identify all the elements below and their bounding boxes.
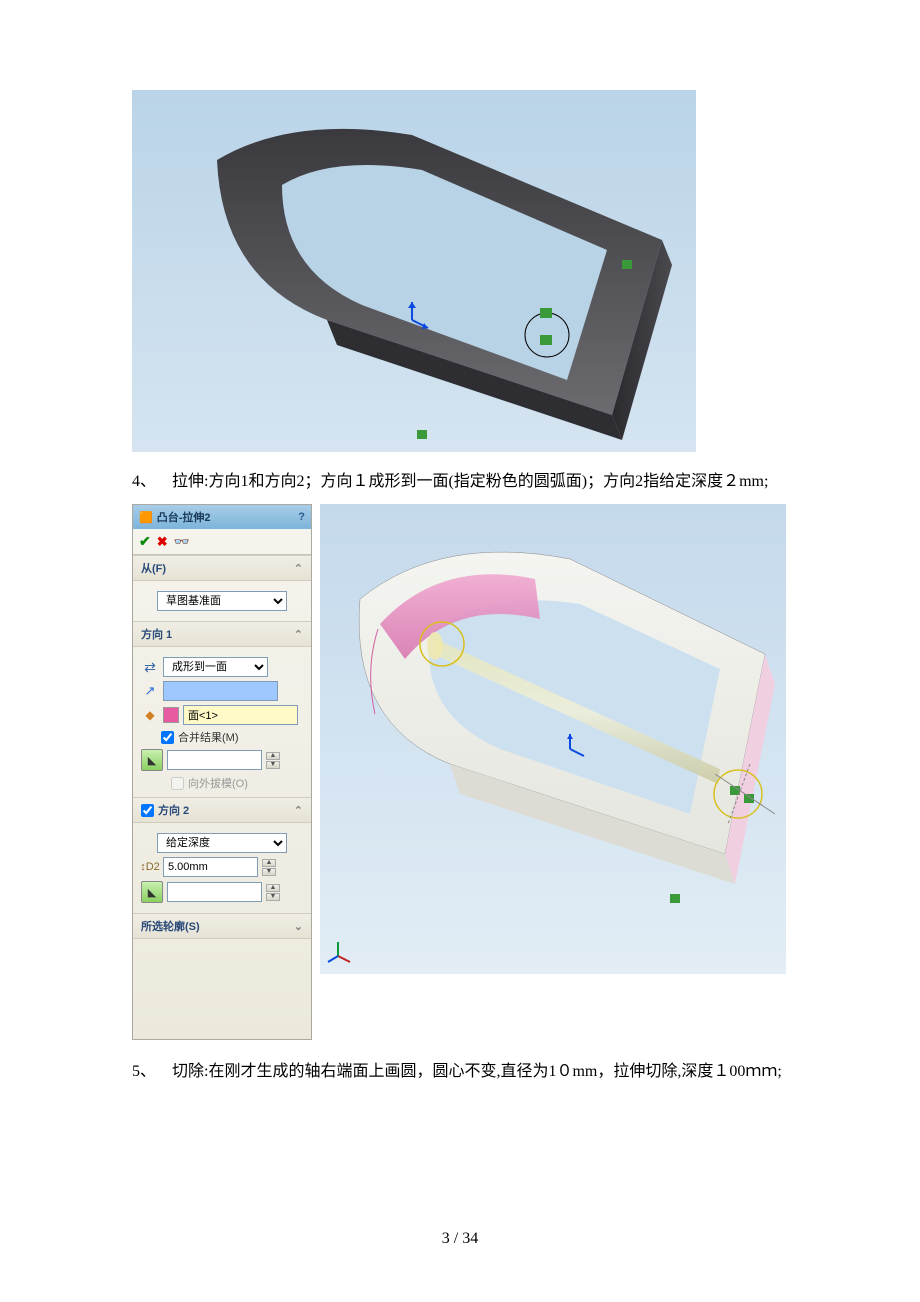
spinner-icon[interactable]: ▲▼: [266, 884, 280, 901]
from-select[interactable]: 草图基准面: [157, 591, 287, 611]
reverse-direction-icon[interactable]: ⇄: [141, 658, 159, 676]
preview-icon[interactable]: 👓: [174, 534, 190, 550]
section-contour-header[interactable]: 所选轮廓(S) ⌄: [133, 913, 311, 939]
dir2-endcondition-select[interactable]: 给定深度: [157, 833, 287, 853]
figure-extrude-frame: [132, 90, 696, 452]
depth-field[interactable]: [163, 857, 258, 877]
direction-arrow-icon[interactable]: ↗: [141, 682, 159, 700]
spinner-icon[interactable]: ▲▼: [262, 859, 276, 876]
section-from-header[interactable]: 从(F) ⌃: [133, 555, 311, 581]
propertymanager-panel: 🟧 凸台-拉伸2 ? ✔ ✖ 👓 从(F) ⌃ 草图基准面: [132, 504, 312, 1040]
draft-outward-checkbox: [171, 777, 184, 790]
help-icon[interactable]: ?: [298, 511, 305, 523]
panel-title-bar: 🟧 凸台-拉伸2 ?: [133, 505, 311, 529]
page-footer: 3 / 34: [0, 1230, 920, 1248]
chevron-down-icon: ⌄: [294, 920, 303, 933]
cancel-icon[interactable]: ✖: [157, 534, 168, 550]
draft-angle-field: [167, 750, 262, 770]
step-5-text: 切除:在刚才生成的轴右端面上画圆，圆心不变,直径为1０mm，拉伸切除,深度１00…: [172, 1060, 788, 1084]
face-field[interactable]: [183, 705, 298, 725]
ok-icon[interactable]: ✔: [139, 533, 151, 550]
preview-svg: [320, 504, 786, 974]
dshape-frame-svg: [132, 90, 696, 452]
section-dir2-header[interactable]: 方向 2 ⌃: [133, 797, 311, 823]
face-select-icon[interactable]: ◆: [141, 706, 159, 724]
spinner-icon[interactable]: ▲▼: [266, 752, 280, 769]
panel-title-text: 凸台-拉伸2: [157, 509, 211, 525]
merge-results-checkbox[interactable]: [161, 731, 174, 744]
direction-ref-field[interactable]: [163, 681, 278, 701]
figure-extrude-preview: [320, 504, 786, 974]
draft-icon[interactable]: ◣: [141, 749, 163, 771]
step-5: 5、 切除:在刚才生成的轴右端面上画圆，圆心不变,直径为1０mm，拉伸切除,深度…: [132, 1060, 788, 1084]
draft-outward-label: 向外拔模(O): [188, 775, 248, 791]
draft2-icon[interactable]: ◣: [141, 881, 163, 903]
from-label: 从(F): [141, 560, 166, 576]
step-4: 4、 拉伸:方向1和方向2；方向１成形到一面(指定粉色的圆弧面)；方向2指给定深…: [132, 470, 788, 494]
section-dir1-header[interactable]: 方向 1 ⌃: [133, 621, 311, 647]
step-5-num: 5、: [132, 1060, 172, 1084]
chevron-icon: ⌃: [294, 804, 303, 817]
panel-action-row: ✔ ✖ 👓: [133, 529, 311, 555]
contour-label: 所选轮廓(S): [141, 918, 200, 934]
step-4-text: 拉伸:方向1和方向2；方向１成形到一面(指定粉色的圆弧面)；方向2指给定深度２m…: [172, 470, 788, 494]
feature-icon: 🟧: [139, 511, 153, 524]
dir2-enable-checkbox[interactable]: [141, 804, 154, 817]
dir1-label: 方向 1: [141, 626, 172, 642]
step-4-num: 4、: [132, 470, 172, 494]
dir2-label: 方向 2: [158, 802, 189, 818]
chevron-icon: ⌃: [294, 628, 303, 641]
depth-dimension-icon: ↕D2: [141, 858, 159, 876]
dir1-endcondition-select[interactable]: 成形到一面: [163, 657, 268, 677]
face-color-swatch: [163, 707, 179, 723]
draft2-angle-field: [167, 882, 262, 902]
chevron-icon: ⌃: [294, 562, 303, 575]
merge-results-label: 合并结果(M): [178, 729, 239, 745]
